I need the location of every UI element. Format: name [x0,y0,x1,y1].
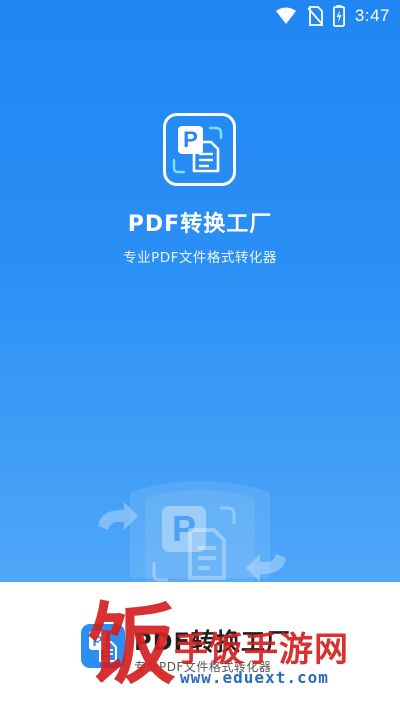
no-sim-icon [307,6,323,26]
pdf-document-icon: P [163,113,236,186]
app-subtitle: 专业PDF文件格式转化器 [123,250,277,266]
status-icons: 3:47 [275,5,390,27]
pdf-convert-illustration: P [98,481,286,582]
wifi-icon [275,7,296,24]
app-title: PDF转换工厂 [127,212,273,237]
watermark-site-name: 手饭手游网 [174,630,349,670]
watermark-url: www.eduext.com [180,668,329,687]
svg-text:P: P [183,127,198,152]
status-bar: 3:47 [0,0,400,32]
battery-charging-icon [332,5,345,27]
splash-screen: 3:47 P PDF转换工厂 专业PDF文件格式转化器 P [0,0,400,582]
clock-time: 3:47 [354,6,390,25]
brand-footer: P PDF转换工厂 专业PDF文件格式转化器 饭 手饭手游网 www.eduex… [0,582,400,711]
watermark-logo-char: 饭 [88,592,177,696]
